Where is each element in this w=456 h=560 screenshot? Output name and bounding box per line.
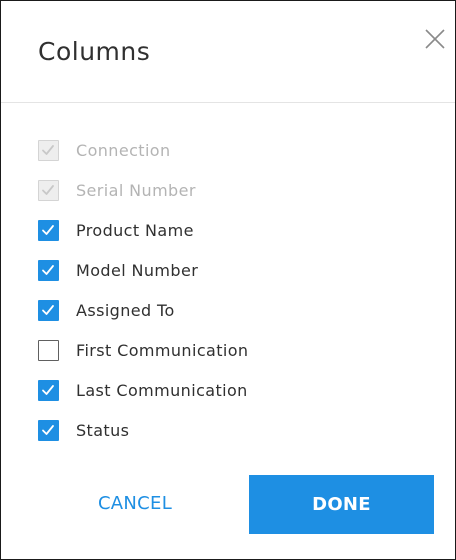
column-option-label: First Communication	[76, 341, 249, 360]
checkbox[interactable]	[38, 260, 59, 281]
checkbox[interactable]	[38, 300, 59, 321]
checkbox	[38, 140, 59, 161]
column-checkbox-list: Connection Serial Number Product Name Model…	[38, 138, 338, 458]
column-option-model-number[interactable]: Model Number	[38, 258, 338, 298]
header-divider	[1, 102, 455, 103]
checkbox[interactable]	[38, 340, 59, 361]
checkbox	[38, 180, 59, 201]
column-option-label: Product Name	[76, 221, 194, 240]
close-icon[interactable]	[421, 25, 449, 53]
checkbox[interactable]	[38, 220, 59, 241]
checkbox[interactable]	[38, 380, 59, 401]
column-option-status[interactable]: Status	[38, 418, 338, 458]
column-option-label: Status	[76, 421, 130, 440]
dialog-title: Columns	[38, 37, 151, 66]
cancel-button[interactable]: CANCEL	[61, 475, 209, 533]
column-option-product-name[interactable]: Product Name	[38, 218, 338, 258]
column-option-assigned-to[interactable]: Assigned To	[38, 298, 338, 338]
column-option-last-communication[interactable]: Last Communication	[38, 378, 338, 418]
column-option-label: Last Communication	[76, 381, 248, 400]
column-option-first-communication[interactable]: First Communication	[38, 338, 338, 378]
checkbox[interactable]	[38, 420, 59, 441]
done-button[interactable]: DONE	[249, 475, 434, 534]
column-option-label: Serial Number	[76, 181, 196, 200]
columns-dialog: Columns Connection Serial Number Product N…	[0, 0, 456, 560]
column-option-serial-number: Serial Number	[38, 178, 338, 218]
column-option-label: Model Number	[76, 261, 199, 280]
column-option-connection: Connection	[38, 138, 338, 178]
column-option-label: Connection	[76, 141, 171, 160]
column-option-label: Assigned To	[76, 301, 175, 320]
